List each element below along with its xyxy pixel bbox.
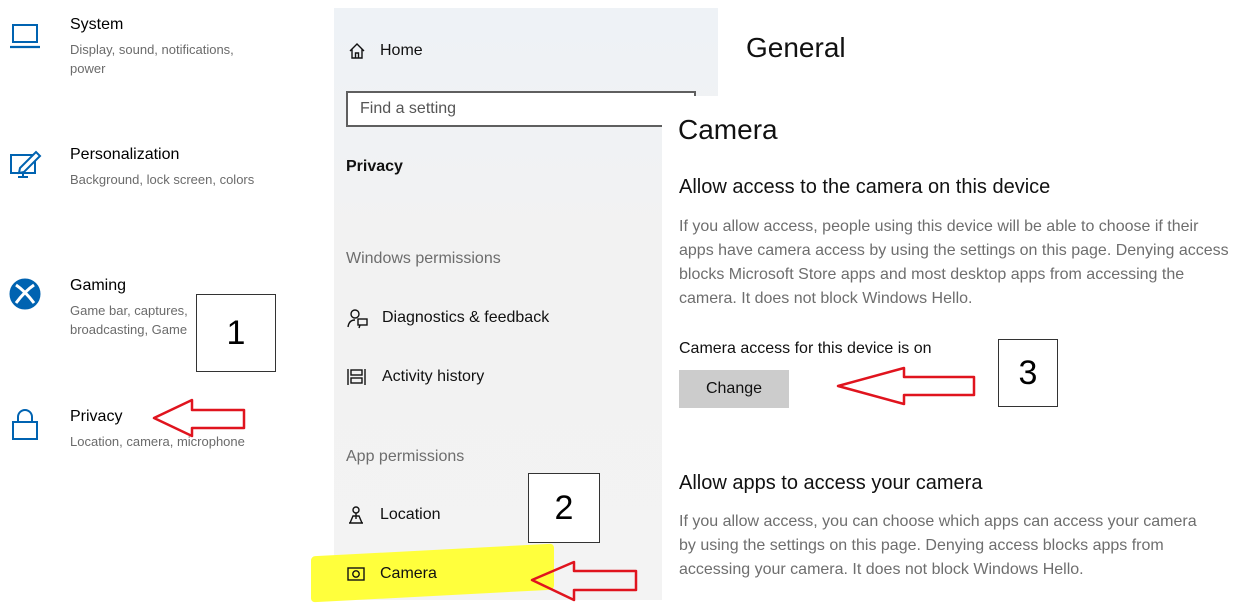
category-desc: Display, sound, notifications, power	[70, 42, 234, 76]
home-icon	[349, 43, 365, 59]
change-button[interactable]: Change	[679, 370, 789, 408]
section-body-device-access: If you allow access, people using this d…	[679, 218, 1229, 307]
category-desc: Game bar, captures, broadcasting, Game	[70, 303, 188, 337]
camera-access-status: Camera access for this device is on	[679, 340, 932, 357]
diagnostics-feedback-icon	[347, 309, 368, 329]
section-body-app-access: If you allow access, you can choose whic…	[679, 513, 1197, 578]
category-personalization[interactable]: Personalization Background, lock screen,…	[0, 146, 330, 206]
annotation-step-1: 1	[196, 294, 276, 372]
nav-home-label: Home	[380, 42, 423, 59]
nav-home[interactable]: Home	[348, 42, 423, 60]
search-input[interactable]	[346, 91, 696, 127]
nav-group-windows-permissions: Windows permissions	[346, 250, 501, 267]
nav-item-camera[interactable]: Camera	[346, 560, 437, 588]
category-title: Gaming	[70, 277, 127, 294]
nav-item-diagnostics[interactable]: Diagnostics & feedback	[346, 304, 549, 332]
nav-item-activity-history[interactable]: Activity history	[346, 363, 484, 391]
nav-item-label: Location	[380, 506, 441, 523]
laptop-icon	[10, 24, 40, 49]
location-icon	[349, 506, 363, 524]
category-title: Personalization	[70, 146, 180, 163]
category-gaming[interactable]: Gaming Game bar, captures, broadcasting,…	[0, 277, 330, 347]
nav-item-label: Camera	[380, 565, 437, 582]
category-title: Privacy	[70, 408, 123, 425]
annotation-arrow-1	[152, 398, 246, 438]
category-desc: Background, lock screen, colors	[70, 172, 255, 187]
annotation-step-2: 2	[528, 473, 600, 543]
camera-icon	[347, 567, 365, 581]
annotation-arrow-2	[530, 560, 638, 602]
nav-item-label: Activity history	[382, 368, 485, 385]
camera-settings-panel: Camera Allow access to the camera on thi…	[662, 96, 1233, 603]
general-heading: General	[746, 32, 846, 63]
category-title: System	[70, 16, 124, 33]
activity-history-icon	[347, 369, 366, 385]
personalization-icon	[10, 150, 42, 178]
lock-icon	[12, 409, 38, 440]
section-heading-app-access: Allow apps to access your camera	[679, 472, 983, 494]
annotation-step-3: 3	[998, 339, 1058, 407]
page-title: Camera	[678, 114, 778, 145]
annotation-arrow-3	[836, 366, 976, 406]
category-system[interactable]: System Display, sound, notifications, po…	[0, 16, 330, 96]
nav-group-app-permissions: App permissions	[346, 448, 465, 465]
xbox-icon	[9, 278, 41, 310]
nav-item-location[interactable]: Location	[346, 501, 441, 529]
nav-section-title: Privacy	[346, 158, 403, 175]
nav-item-label: Diagnostics & feedback	[382, 309, 550, 326]
section-heading-device-access: Allow access to the camera on this devic…	[679, 176, 1051, 198]
